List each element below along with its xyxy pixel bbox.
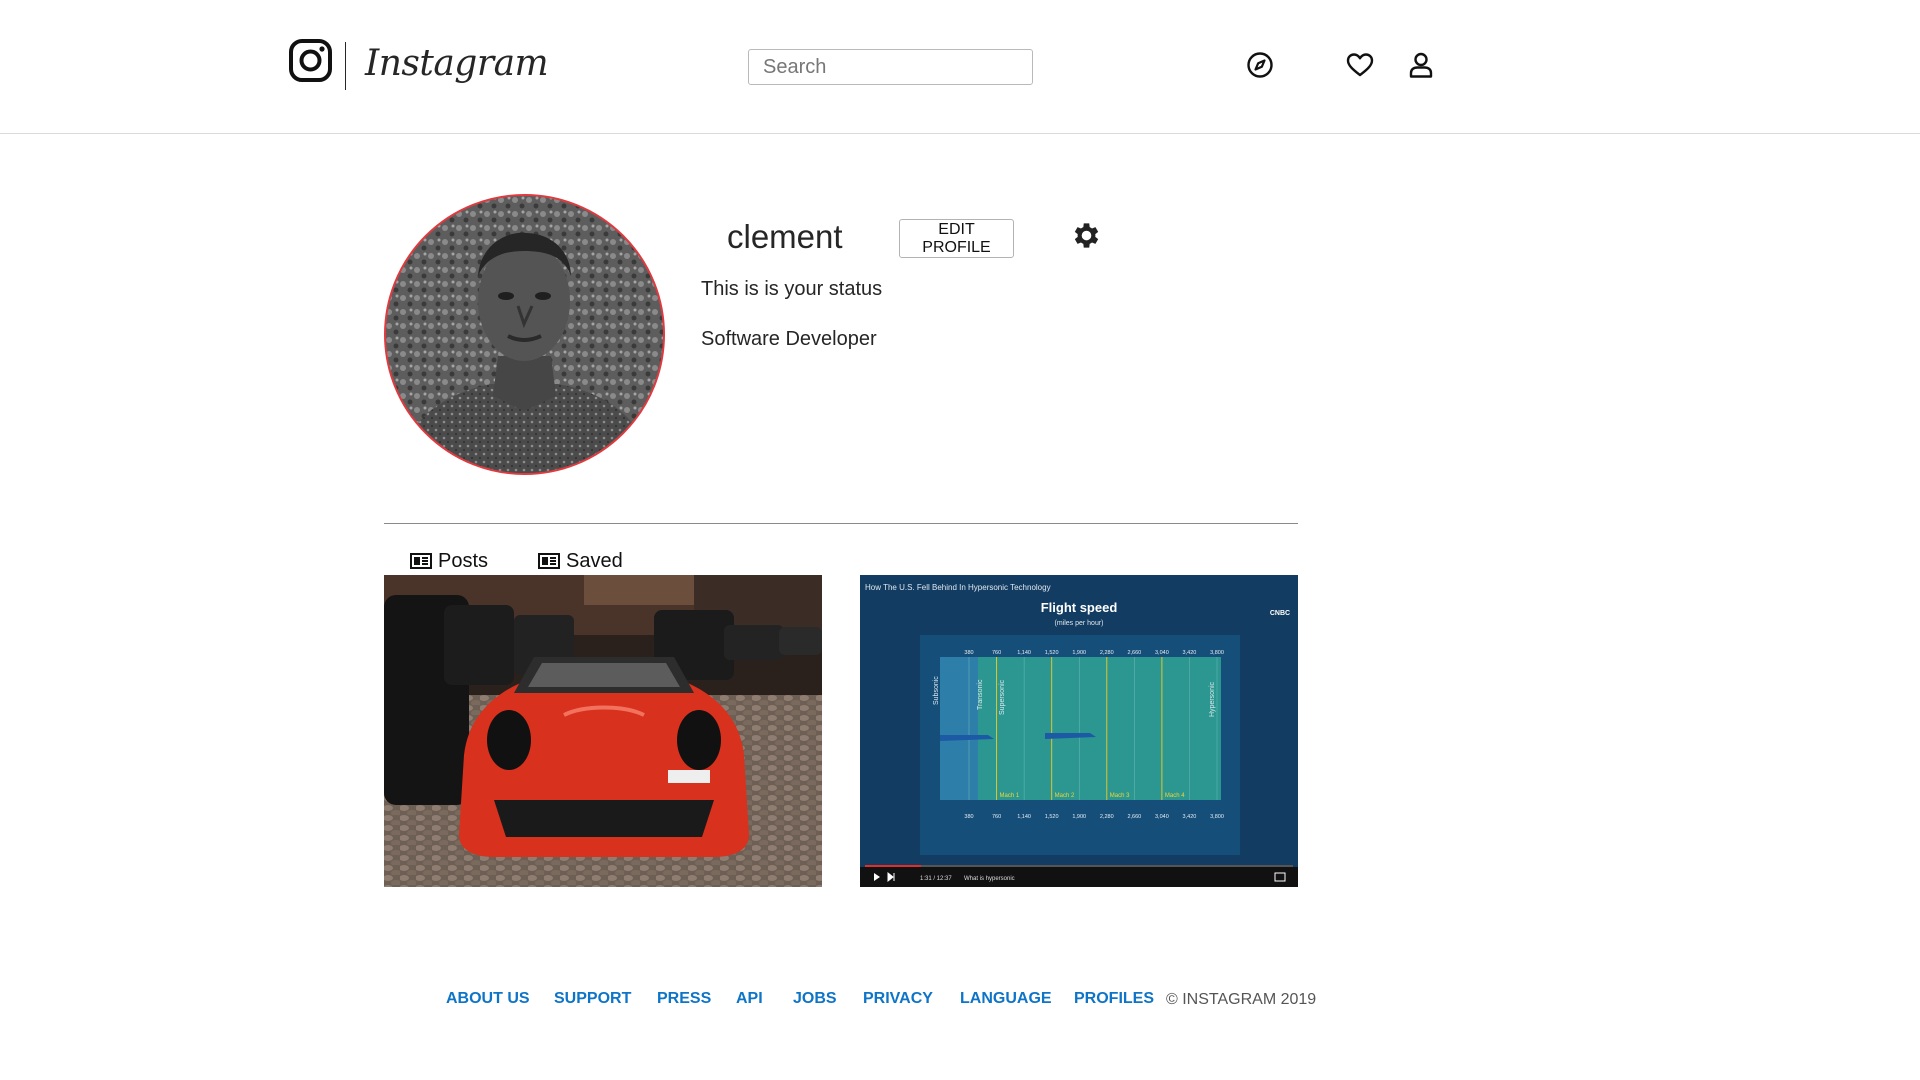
profile-avatar[interactable] [384,194,665,475]
speed-tick-label: 2,280 [1100,650,1114,656]
top-navigation-bar: Instagram [0,0,1920,134]
tab-posts-label: Posts [438,549,489,572]
speed-tick-label: 2,660 [1127,650,1141,656]
profile-status: This is is your status [701,278,883,300]
footer-link-api[interactable]: API [736,990,763,1008]
speed-tick-label: 1,520 [1045,650,1059,656]
speed-tick-label: 1,520 [1045,814,1059,820]
logo-divider [345,42,346,90]
speed-tick-label: 3,420 [1183,814,1197,820]
section-divider [384,523,1298,524]
video-time: 1:31 / 12:37 [920,876,952,882]
speed-tick-label: 1,140 [1017,650,1031,656]
regime-hypersonic: Hypersonic [1209,681,1216,717]
speed-tick-label: 3,040 [1155,650,1169,656]
heart-icon[interactable] [1345,50,1375,80]
speed-tick-label: 760 [992,650,1001,656]
mach-label: Mach 3 [1110,793,1130,799]
car-photo [384,575,822,887]
profile-username: clement [727,218,843,255]
edit-profile-button[interactable]: EDIT PROFILE [899,219,1014,258]
speed-tick-label: 1,140 [1017,814,1031,820]
chart-heading: Flight speed [1041,600,1118,615]
speed-tick-label: 380 [964,650,973,656]
cnbc-logo: CNBC [1270,610,1290,617]
speed-tick-label: 380 [964,814,973,820]
video-title: How The U.S. Fell Behind In Hypersonic T… [865,583,1051,592]
card-icon [538,553,560,569]
footer-copyright: © INSTAGRAM 2019 [1166,991,1317,1008]
speed-tick-label: 3,800 [1210,814,1224,820]
footer-link-support[interactable]: SUPPORT [554,990,631,1008]
video-chapter: What is hypersonic [964,876,1015,882]
footer-link-language[interactable]: LANGUAGE [960,990,1052,1008]
footer-link-privacy[interactable]: PRIVACY [863,990,933,1008]
footer-link-about-us[interactable]: ABOUT US [446,990,530,1008]
speed-tick-label: 760 [992,814,1001,820]
card-icon [410,553,432,569]
post-thumbnail-car[interactable] [384,575,822,887]
tab-posts[interactable]: Posts [410,548,488,574]
regime-supersonic: Supersonic [999,679,1006,715]
speed-tick-label: 2,280 [1100,814,1114,820]
avatar-photo [386,196,663,473]
speed-tick-label: 3,040 [1155,814,1169,820]
regime-subsonic: Subsonic [933,676,940,705]
mach-label: Mach 1 [1000,793,1020,799]
regime-transonic: Transonic [977,679,984,710]
speed-tick-label: 3,420 [1183,650,1197,656]
footer-link-jobs[interactable]: JOBS [793,990,837,1008]
speed-tick-label: 1,900 [1072,814,1086,820]
instagram-camera-icon[interactable] [289,39,332,82]
mach-label: Mach 4 [1165,793,1185,799]
tab-saved[interactable]: Saved [538,548,623,574]
video-still: How The U.S. Fell Behind In Hypersonic T… [860,575,1298,887]
footer-link-profiles[interactable]: PROFILES [1074,990,1154,1008]
user-icon[interactable] [1406,50,1436,80]
chart-subheading: (miles per hour) [1054,620,1103,627]
search-input[interactable] [748,49,1033,85]
speed-tick-label: 3,800 [1210,650,1224,656]
gear-icon[interactable] [1070,219,1103,252]
speed-tick-label: 1,900 [1072,650,1086,656]
speed-tick-label: 2,660 [1127,814,1141,820]
post-thumbnail-video[interactable]: How The U.S. Fell Behind In Hypersonic T… [860,575,1298,887]
brand-wordmark[interactable]: Instagram [365,40,549,88]
mach-label: Mach 2 [1055,793,1075,799]
compass-icon[interactable] [1245,50,1275,80]
profile-occupation: Software Developer [701,328,877,350]
footer-link-press[interactable]: PRESS [657,990,711,1008]
tab-saved-label: Saved [566,549,623,572]
